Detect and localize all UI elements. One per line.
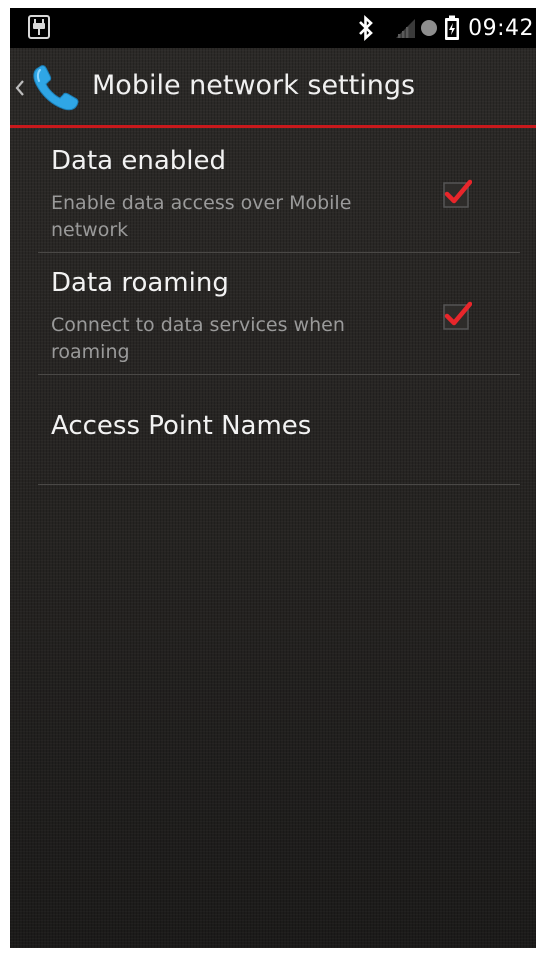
status-icons: 09:42	[356, 8, 536, 48]
preference-list: Data enabled Enable data access over Mob…	[38, 131, 520, 485]
pref-data-enabled[interactable]: Data enabled Enable data access over Mob…	[38, 131, 520, 253]
pref-data-roaming[interactable]: Data roaming Connect to data services wh…	[38, 253, 520, 375]
pref-title: Access Point Names	[51, 411, 312, 441]
bluetooth-icon	[359, 15, 373, 41]
pref-summary: Connect to data services when roaming	[51, 314, 345, 363]
signal-icon	[396, 19, 416, 38]
page-title: Mobile network settings	[92, 70, 416, 101]
action-bar: Mobile network settings	[10, 48, 536, 128]
battery-charging-icon	[445, 15, 460, 40]
phone-icon[interactable]	[28, 62, 84, 114]
screen: 09:42 Mobile network settings Data enabl…	[10, 8, 536, 948]
status-bar: 09:42	[10, 8, 536, 48]
pref-title: Data enabled	[51, 146, 226, 176]
usb-debug-icon	[28, 15, 50, 39]
sync-dot-icon	[421, 20, 438, 36]
chevron-left-icon[interactable]	[15, 79, 25, 97]
data-roaming-checkbox[interactable]	[442, 301, 472, 331]
pref-access-point-names[interactable]: Access Point Names	[38, 375, 520, 485]
pref-title: Data roaming	[51, 268, 229, 298]
pref-summary: Enable data access over Mobile network	[51, 192, 352, 241]
data-enabled-checkbox[interactable]	[442, 179, 472, 209]
status-time: 09:42	[468, 15, 534, 41]
